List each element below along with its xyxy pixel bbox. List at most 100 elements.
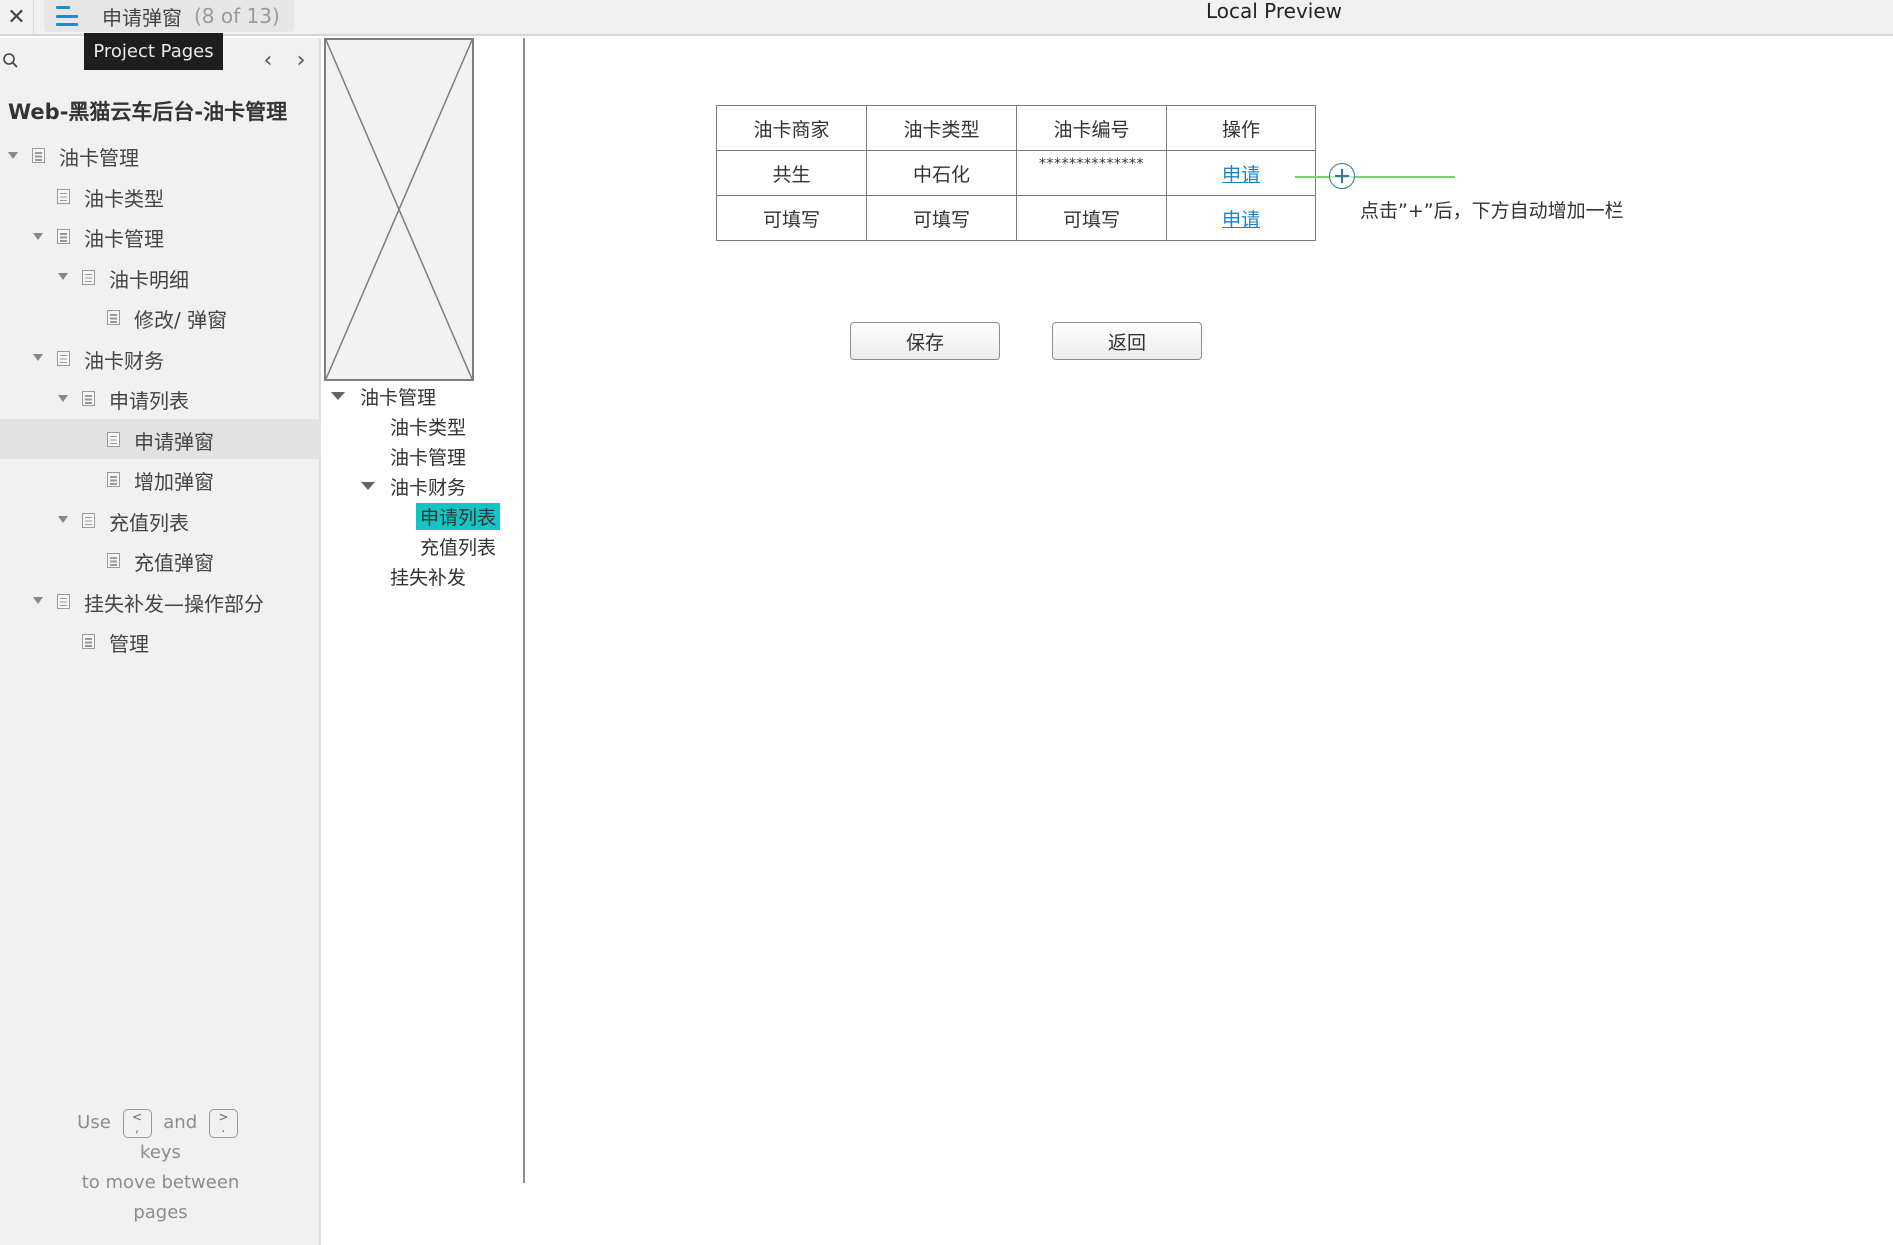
header-number: 油卡编号 — [1016, 105, 1167, 151]
expand-toggle-icon[interactable] — [32, 595, 44, 607]
table-header-row: 油卡商家 油卡类型 油卡编号 操作 — [716, 105, 1316, 151]
help-line2: to move between — [81, 1172, 240, 1193]
prototype-nav-item[interactable]: 充值列表 — [420, 533, 496, 560]
page-icon — [57, 188, 70, 204]
save-button[interactable]: 保存 — [850, 322, 1000, 360]
page-icon — [82, 269, 95, 285]
project-pages-toggle[interactable]: 申请弹窗 (8 of 13) — [44, 0, 294, 32]
sidebar-tree-item[interactable]: 挂失补发—操作部分 — [0, 581, 321, 622]
sidebar-tree-label: 申请弹窗 — [134, 429, 214, 454]
header-action: 操作 — [1166, 105, 1316, 151]
sidebar-tree-label: 挂失补发—操作部分 — [84, 591, 264, 616]
header-merchant: 油卡商家 — [716, 105, 867, 151]
expand-toggle-icon[interactable] — [57, 271, 69, 283]
help-use: Use — [77, 1112, 111, 1133]
keyboard-help: Use <, and >. keys to move between pages — [0, 1108, 321, 1228]
cell-merchant[interactable]: 可填写 — [716, 195, 867, 241]
oil-card-table: 油卡商家 油卡类型 油卡编号 操作 共生 中石化 ************** … — [716, 105, 1316, 241]
search-icon[interactable] — [2, 52, 20, 70]
key-prev-icon: <, — [122, 1108, 152, 1138]
sidebar-tree-item[interactable]: 油卡类型 — [0, 176, 321, 217]
sidebar-tree-label: 管理 — [109, 632, 149, 656]
page-icon — [107, 310, 120, 325]
expand-toggle-icon[interactable] — [32, 230, 44, 242]
prototype-nav-item[interactable]: 油卡类型 — [390, 413, 466, 440]
annotation-note: 点击”+”后，下方自动增加一栏 — [1360, 200, 1624, 222]
tooltip: Project Pages — [84, 33, 223, 70]
sidebar-tree-item[interactable]: 申请弹窗 — [0, 418, 321, 459]
cell-action: 申请 — [1166, 195, 1316, 241]
cell-number[interactable]: 可填写 — [1016, 195, 1167, 241]
sidebar-tree-item[interactable]: 油卡管理 — [0, 135, 321, 176]
expand-toggle-icon[interactable] — [7, 149, 19, 161]
add-row-button[interactable] — [1329, 163, 1355, 189]
sidebar: ‹ › Web-黑猫云车后台-油卡管理 油卡管理 油卡类型 油卡管理 油卡明细 修改/ … — [0, 38, 321, 1245]
close-button[interactable]: ✕ — [0, 0, 34, 34]
prototype-nav-item[interactable]: 挂失补发 — [390, 563, 466, 590]
expand-toggle-icon[interactable] — [57, 514, 69, 526]
prototype-nav-item[interactable]: 油卡财务 — [390, 473, 466, 500]
menu-icon — [56, 6, 78, 26]
sidebar-tree-item[interactable]: 管理 — [0, 621, 321, 662]
sidebar-tree-item[interactable]: 油卡管理 — [0, 216, 321, 257]
apply-link[interactable]: 申请 — [1222, 209, 1260, 231]
sidebar-tree-item[interactable]: 申请列表 — [0, 378, 321, 419]
top-bar: ✕ 申请弹窗 (8 of 13) Local Preview — [0, 0, 1893, 36]
cell-number: ************** — [1016, 150, 1167, 196]
sidebar-tree-item[interactable]: 修改/ 弹窗 — [0, 297, 321, 338]
help-and: and — [163, 1112, 198, 1133]
sidebar-tree-item[interactable]: 充值列表 — [0, 500, 321, 541]
next-page-button[interactable]: › — [289, 48, 313, 73]
expand-toggle-icon[interactable] — [361, 481, 375, 491]
sidebar-tree-label: 油卡财务 — [84, 348, 164, 373]
help-keys: keys — [140, 1142, 181, 1163]
expand-toggle-icon[interactable] — [57, 392, 69, 404]
sidebar-tree-label: 油卡类型 — [84, 186, 164, 211]
back-button[interactable]: 返回 — [1052, 322, 1202, 360]
prototype-nav-item[interactable]: 油卡管理 — [390, 443, 466, 470]
expand-toggle-icon[interactable] — [331, 391, 345, 401]
page-icon — [57, 350, 70, 366]
chevron-left-icon: ‹ — [263, 47, 273, 73]
page-icon — [57, 593, 70, 609]
page-icon — [107, 553, 120, 568]
sidebar-tree-label: 增加弹窗 — [134, 470, 214, 494]
page-icon — [57, 229, 70, 244]
expand-toggle-icon[interactable] — [32, 352, 44, 364]
page-icon — [82, 391, 95, 406]
sidebar-tree-label: 申请列表 — [109, 389, 189, 413]
prototype-nav-item[interactable]: 申请列表 — [416, 503, 501, 530]
page-tree: 油卡管理 油卡类型 油卡管理 油卡明细 修改/ 弹窗 油卡财务 申请列表 申请弹窗 增加弹窗 充值… — [0, 135, 321, 662]
sidebar-tree-item[interactable]: 充值弹窗 — [0, 540, 321, 581]
page-icon — [107, 472, 120, 487]
project-title: Web-黑猫云车后台-油卡管理 — [8, 100, 288, 124]
sidebar-tree-item[interactable]: 油卡财务 — [0, 338, 321, 379]
sidebar-tree-item[interactable]: 油卡明细 — [0, 257, 321, 298]
sidebar-tree-label: 充值列表 — [109, 510, 189, 535]
sidebar-tree-item[interactable]: 增加弹窗 — [0, 459, 321, 500]
header-type: 油卡类型 — [866, 105, 1017, 151]
page-icon — [82, 512, 95, 528]
panel-divider — [523, 38, 525, 1183]
cell-type: 中石化 — [866, 150, 1017, 196]
page-count: (8 of 13) — [194, 4, 280, 28]
close-icon: ✕ — [7, 4, 26, 30]
key-next-icon: >. — [208, 1108, 238, 1138]
apply-link[interactable]: 申请 — [1222, 164, 1260, 186]
table-row: 共生 中石化 ************** 申请 — [716, 150, 1316, 196]
current-page-title: 申请弹窗 — [102, 5, 182, 30]
sidebar-tree-label: 油卡管理 — [59, 146, 139, 170]
prototype-left-panel: 油卡管理 油卡类型 油卡管理 油卡财务 申请列表 充值列表 挂失补发 — [323, 38, 524, 1183]
cell-type[interactable]: 可填写 — [866, 195, 1017, 241]
sidebar-tree-label: 油卡管理 — [84, 227, 164, 251]
prototype-nav-item[interactable]: 油卡管理 — [360, 383, 436, 410]
sidebar-tree-label: 油卡明细 — [109, 267, 189, 292]
table-row: 可填写 可填写 可填写 申请 — [716, 195, 1316, 241]
cell-merchant: 共生 — [716, 150, 867, 196]
sidebar-tree-label: 充值弹窗 — [134, 551, 214, 575]
page-icon — [32, 148, 45, 163]
help-line3: pages — [133, 1202, 188, 1223]
annotation-connector — [1295, 176, 1455, 178]
prev-page-button[interactable]: ‹ — [256, 47, 280, 73]
sidebar-tree-label: 修改/ 弹窗 — [134, 308, 228, 332]
